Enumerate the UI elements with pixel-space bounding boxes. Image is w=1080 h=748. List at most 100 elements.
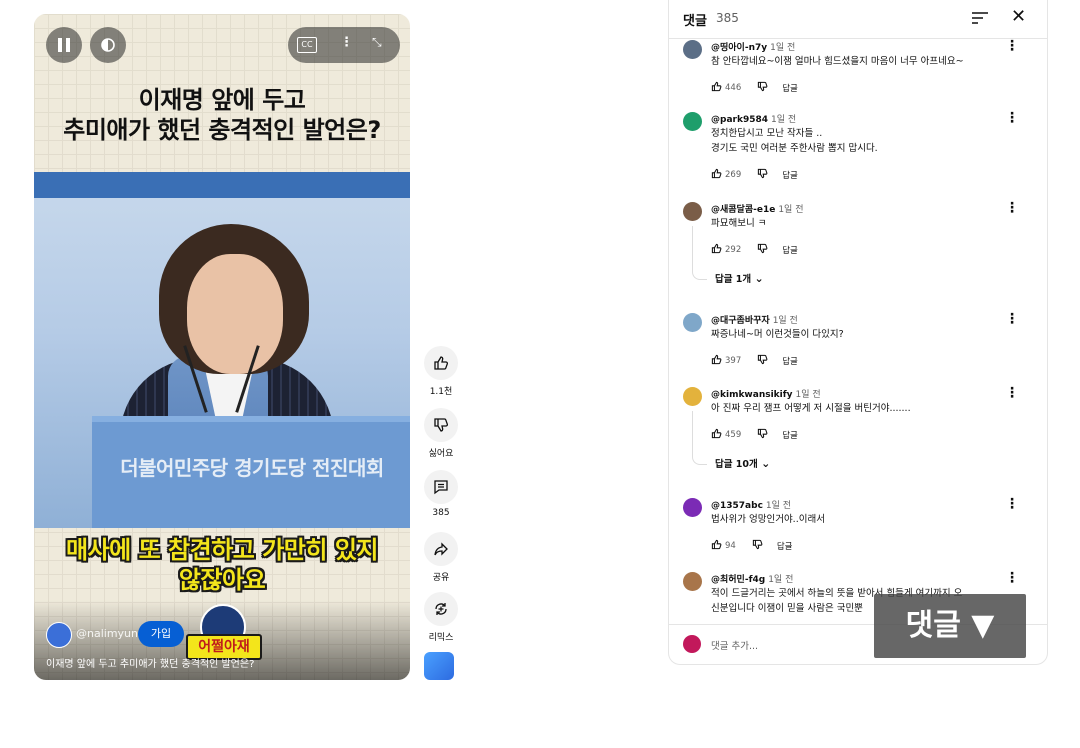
dislike-button[interactable]	[424, 408, 458, 442]
comment-header: @새콤달콤-e1e 1일 전	[711, 202, 803, 215]
comment-time: 1일 전	[795, 390, 821, 400]
comment-like-count: 446	[725, 83, 742, 93]
thumbs-down-icon[interactable]	[757, 81, 768, 95]
podium-banner-text: 더불어민주당 경기도당 전진대회	[120, 456, 384, 480]
thumbs-down-icon[interactable]	[757, 168, 768, 182]
comment-author[interactable]: @띵아이-n7y	[711, 43, 767, 53]
channel-avatar[interactable]	[46, 622, 72, 648]
channel-name[interactable]: @nalimyun	[76, 627, 138, 640]
comment-menu-icon[interactable]: ⋮	[1005, 385, 1019, 401]
pause-button[interactable]	[46, 27, 82, 63]
comment-header: @kimkwansikify 1일 전	[711, 387, 821, 400]
comment-text: 법사위가 엉망인거야..이래서	[711, 512, 1037, 527]
remix-icon	[435, 603, 447, 615]
comments-button[interactable]	[424, 470, 458, 504]
chevron-down-icon: ⌄	[754, 272, 764, 285]
reply-button[interactable]: 답글	[777, 542, 793, 552]
thumbs-up-icon[interactable]	[711, 81, 722, 95]
fullscreen-icon[interactable]: ⤡	[372, 35, 382, 50]
comments-action[interactable]: 385	[423, 470, 459, 518]
comment-text-line: 파묘해보니 ㅋ	[711, 218, 767, 229]
comment-actions: 269 답글	[711, 168, 798, 182]
view-replies-button[interactable]: 답글 10개 ⌄	[715, 456, 770, 470]
comment-time: 1일 전	[778, 205, 804, 215]
dislike-label: 싫어요	[428, 449, 454, 459]
comment-menu-icon[interactable]: ⋮	[1005, 110, 1019, 126]
commenter-avatar[interactable]	[683, 112, 702, 131]
thumbs-up-icon[interactable]	[711, 428, 722, 442]
add-comment-input[interactable]: 댓글 추가...	[711, 638, 758, 652]
comment-text-line: 경기도 국민 여러분 주한사람 뽑지 맙시다.	[711, 143, 878, 154]
volume-button[interactable]	[90, 27, 126, 63]
more-vert-icon[interactable]: ⋮	[340, 35, 353, 50]
comment-actions: 446 답글	[711, 81, 798, 95]
comments-count: 385	[432, 508, 450, 518]
thumbs-up-icon[interactable]	[711, 243, 722, 257]
reply-button[interactable]: 답글	[782, 246, 798, 256]
thumbs-up-icon[interactable]	[711, 354, 722, 368]
thumbs-up-icon[interactable]	[711, 539, 722, 553]
replies-label: 답글 10개	[715, 459, 758, 470]
comments-count-header: 385	[716, 11, 739, 25]
remix-action[interactable]: 리믹스	[423, 592, 459, 643]
thumbs-down-icon	[434, 418, 449, 432]
comment-header: @대구좀바꾸자 1일 전	[711, 313, 798, 326]
cc-icon[interactable]: CC	[297, 37, 317, 53]
backdrop-stripe	[34, 172, 410, 198]
reply-button[interactable]: 답글	[782, 171, 798, 181]
join-button[interactable]: 가입	[138, 621, 184, 647]
comment-header: @띵아이-n7y 1일 전	[711, 40, 795, 53]
comment-menu-icon[interactable]: ⋮	[1005, 570, 1019, 586]
shorts-video-player[interactable]: CC ⋮ ⤡ 이재명 앞에 두고 추미애가 했던 충격적인 발언은? 더불어민주…	[34, 14, 410, 680]
remix-button[interactable]	[424, 592, 458, 626]
pause-icon	[58, 38, 70, 52]
comment-author[interactable]: @1357abc	[711, 501, 763, 511]
thumbs-down-icon[interactable]	[757, 354, 768, 368]
player-controls-pill: CC ⋮ ⤡	[288, 27, 400, 63]
comment-author[interactable]: @새콤달콤-e1e	[711, 205, 775, 215]
comment-menu-icon[interactable]: ⋮	[1005, 38, 1019, 54]
comment-author[interactable]: @park9584	[711, 115, 768, 125]
reply-button[interactable]: 답글	[782, 431, 798, 441]
comment-like-count: 94	[725, 541, 736, 551]
comment-text: 짜증나네~머 이런것들이 다있지?	[711, 327, 1037, 342]
reply-button[interactable]: 답글	[782, 357, 798, 367]
comment-author[interactable]: @kimkwansikify	[711, 390, 793, 400]
thumbs-down-icon[interactable]	[752, 539, 763, 553]
reply-button[interactable]: 답글	[782, 84, 798, 94]
thumbs-down-icon[interactable]	[757, 243, 768, 257]
commenter-avatar[interactable]	[683, 498, 702, 517]
comment-header: @1357abc 1일 전	[711, 498, 791, 511]
video-caption[interactable]: 이재명 앞에 두고 추미애가 했던 충격적인 발언은?	[46, 655, 254, 670]
thumbs-up-icon[interactable]	[711, 168, 722, 182]
thumbs-up-icon	[434, 356, 449, 370]
comment-author[interactable]: @최허민-f4g	[711, 575, 765, 585]
share-action[interactable]: 공유	[423, 532, 459, 583]
share-button[interactable]	[424, 532, 458, 566]
sort-button[interactable]	[971, 10, 989, 30]
commenter-avatar[interactable]	[683, 387, 702, 406]
comment-menu-icon[interactable]: ⋮	[1005, 496, 1019, 512]
comment-icon	[434, 480, 448, 495]
comment-like-count: 397	[725, 356, 742, 366]
commenter-avatar[interactable]	[683, 40, 702, 59]
thumbs-down-icon[interactable]	[757, 428, 768, 442]
comment-author[interactable]: @대구좀바꾸자	[711, 316, 770, 326]
comments-title: 댓글	[683, 14, 707, 29]
dislike-action[interactable]: 싫어요	[423, 408, 459, 459]
comment-menu-icon[interactable]: ⋮	[1005, 311, 1019, 327]
close-button[interactable]: ✕	[1011, 6, 1026, 27]
view-replies-button[interactable]: 답글 1개 ⌄	[715, 271, 764, 285]
commenter-avatar[interactable]	[683, 202, 702, 221]
comment-menu-icon[interactable]: ⋮	[1005, 200, 1019, 216]
comment-text-line: 법사위가 엉망인거야..이래서	[711, 514, 825, 525]
speaker-face	[187, 254, 283, 374]
commenter-avatar[interactable]	[683, 572, 702, 591]
comment-text: 아 진짜 우리 잼프 어떻게 저 시절을 버틴거야.......	[711, 401, 1037, 416]
commenter-avatar[interactable]	[683, 313, 702, 332]
comment-like-count: 269	[725, 170, 742, 180]
like-button[interactable]	[424, 346, 458, 380]
replies-label: 답글 1개	[715, 274, 752, 285]
sound-avatar[interactable]	[424, 652, 454, 680]
like-action[interactable]: 1.1천	[423, 346, 459, 397]
